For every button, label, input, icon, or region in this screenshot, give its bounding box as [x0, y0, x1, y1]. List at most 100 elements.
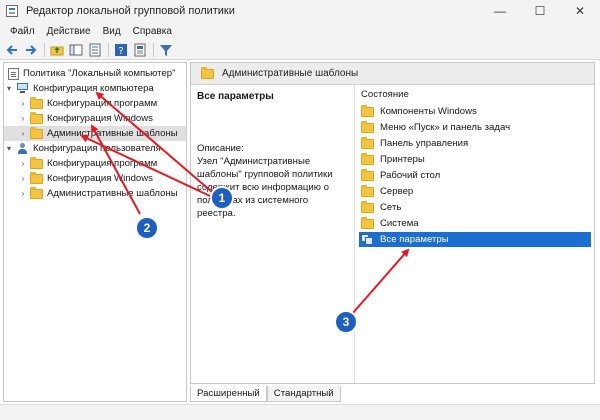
list-item[interactable]: Система: [359, 216, 591, 231]
tree-item-computer-admin-templates[interactable]: › Административные шаблоны: [4, 126, 186, 141]
chevron-right-icon[interactable]: ›: [18, 99, 28, 109]
policy-icon: [8, 67, 19, 80]
selected-item-title: Все параметры: [197, 91, 274, 102]
help-icon[interactable]: ?: [113, 42, 129, 58]
folder-icon: [30, 96, 43, 109]
toolbar-separator: [153, 42, 154, 57]
tree-item-computer-windows[interactable]: › Конфигурация Windows: [4, 111, 153, 126]
list-item-label: Принтеры: [380, 154, 425, 165]
tree-item-user-config[interactable]: ▾ Конфигурация пользователя: [4, 141, 161, 156]
menu-help[interactable]: Справка: [127, 26, 178, 37]
tree-item-label: Конфигурация пользователя: [33, 143, 161, 154]
tree-item-computer-config[interactable]: ▾ Конфигурация компьютера: [4, 81, 154, 96]
list-item[interactable]: Сервер: [359, 184, 591, 199]
folder-icon: [361, 152, 374, 165]
list-item-label: Панель управления: [380, 138, 469, 149]
list-item[interactable]: Сеть: [359, 200, 591, 215]
all-settings-icon: [361, 234, 374, 245]
chevron-down-icon[interactable]: ▾: [4, 144, 14, 154]
settings-list: Состояние Компоненты Windows Меню «Пуск»…: [354, 85, 594, 383]
window-controls: — ☐ ✕: [480, 0, 600, 22]
properties-icon[interactable]: [132, 42, 148, 58]
minimize-button[interactable]: —: [480, 0, 520, 22]
folder-icon: [361, 200, 374, 213]
details-header-title: Административные шаблоны: [222, 68, 359, 79]
toolbar: ?: [0, 40, 600, 60]
description-panel: Все параметры Описание: Узел "Администра…: [191, 85, 353, 383]
list-item-label: Сервер: [380, 186, 414, 197]
tree-item-label: Административные шаблоны: [47, 128, 178, 139]
console-tree: Политика "Локальный компьютер" ▾ Конфигу…: [3, 62, 187, 402]
folder-icon: [361, 216, 374, 229]
folder-icon: [30, 171, 43, 184]
details-pane: Административные шаблоны Все параметры О…: [190, 62, 595, 384]
tree-item-user-software[interactable]: › Конфигурация программ: [4, 156, 157, 171]
folder-icon: [361, 168, 374, 181]
filter-icon[interactable]: [158, 42, 174, 58]
tree-item-user-windows[interactable]: › Конфигурация Windows: [4, 171, 153, 186]
chevron-right-icon[interactable]: ›: [18, 189, 28, 199]
menu-file[interactable]: Файл: [4, 26, 41, 37]
title-bar: Редактор локальной групповой политики — …: [0, 0, 600, 22]
list-item-label: Рабочий стол: [380, 170, 441, 181]
chevron-right-icon[interactable]: ›: [18, 159, 28, 169]
list-item-label: Компоненты Windows: [380, 106, 477, 117]
tree-item-label: Административные шаблоны: [47, 188, 178, 199]
menu-view[interactable]: Вид: [97, 26, 127, 37]
up-folder-icon[interactable]: [49, 42, 65, 58]
maximize-button[interactable]: ☐: [520, 0, 560, 22]
folder-icon: [361, 104, 374, 117]
chevron-right-icon[interactable]: ›: [18, 114, 28, 124]
list-item-label: Меню «Пуск» и панель задач: [380, 122, 511, 133]
list-item[interactable]: Принтеры: [359, 152, 591, 167]
show-tree-icon[interactable]: [68, 42, 84, 58]
list-item[interactable]: Компоненты Windows: [359, 104, 591, 119]
computer-icon: [16, 83, 29, 94]
folder-icon: [361, 184, 374, 197]
export-list-icon[interactable]: [87, 42, 103, 58]
tree-item-label: Конфигурация Windows: [47, 173, 153, 184]
list-item-label: Все параметры: [380, 234, 449, 245]
view-tabs: Расширенный Стандартный: [190, 386, 341, 402]
back-arrow-icon[interactable]: [4, 42, 20, 58]
tree-item-label: Конфигурация Windows: [47, 113, 153, 124]
tree-root[interactable]: Политика "Локальный компьютер": [4, 66, 176, 81]
list-item[interactable]: Меню «Пуск» и панель задач: [359, 120, 591, 135]
folder-icon: [30, 186, 43, 199]
forward-arrow-icon[interactable]: [23, 42, 39, 58]
status-bar: [0, 404, 600, 420]
tree-item-computer-software[interactable]: › Конфигурация программ: [4, 96, 157, 111]
tree-root-label: Политика "Локальный компьютер": [23, 68, 176, 79]
tree-item-user-admin-templates[interactable]: › Административные шаблоны: [4, 186, 178, 201]
chevron-right-icon[interactable]: ›: [18, 129, 28, 139]
folder-icon: [30, 111, 43, 124]
tree-item-label: Конфигурация программ: [47, 158, 158, 169]
list-item[interactable]: Панель управления: [359, 136, 591, 151]
folder-icon: [361, 136, 374, 149]
svg-text:?: ?: [118, 46, 123, 57]
description-label: Описание:: [197, 143, 244, 154]
tab-standard[interactable]: Стандартный: [266, 386, 341, 402]
list-item[interactable]: Рабочий стол: [359, 168, 591, 183]
tree-item-label: Конфигурация программ: [47, 98, 158, 109]
list-item-all-settings[interactable]: Все параметры: [359, 232, 591, 247]
toolbar-separator: [108, 42, 109, 57]
toolbar-separator: [44, 42, 45, 57]
close-button[interactable]: ✕: [560, 0, 600, 22]
tree-item-label: Конфигурация компьютера: [33, 83, 154, 94]
folder-icon: [201, 66, 214, 79]
menu-action[interactable]: Действие: [41, 26, 97, 37]
folder-icon: [361, 120, 374, 133]
column-header-state[interactable]: Состояние: [361, 89, 409, 100]
list-item-label: Система: [380, 218, 419, 229]
list-item-label: Сеть: [380, 202, 402, 213]
chevron-down-icon[interactable]: ▾: [4, 84, 14, 94]
details-header: Административные шаблоны: [191, 63, 594, 85]
window-title: Редактор локальной групповой политики: [26, 5, 235, 17]
folder-icon: [30, 156, 43, 169]
tab-extended[interactable]: Расширенный: [190, 386, 267, 402]
description-text: Узел "Административные шаблоны" группово…: [197, 156, 333, 219]
chevron-right-icon[interactable]: ›: [18, 174, 28, 184]
folder-icon: [30, 126, 43, 139]
app-icon: [6, 5, 18, 17]
